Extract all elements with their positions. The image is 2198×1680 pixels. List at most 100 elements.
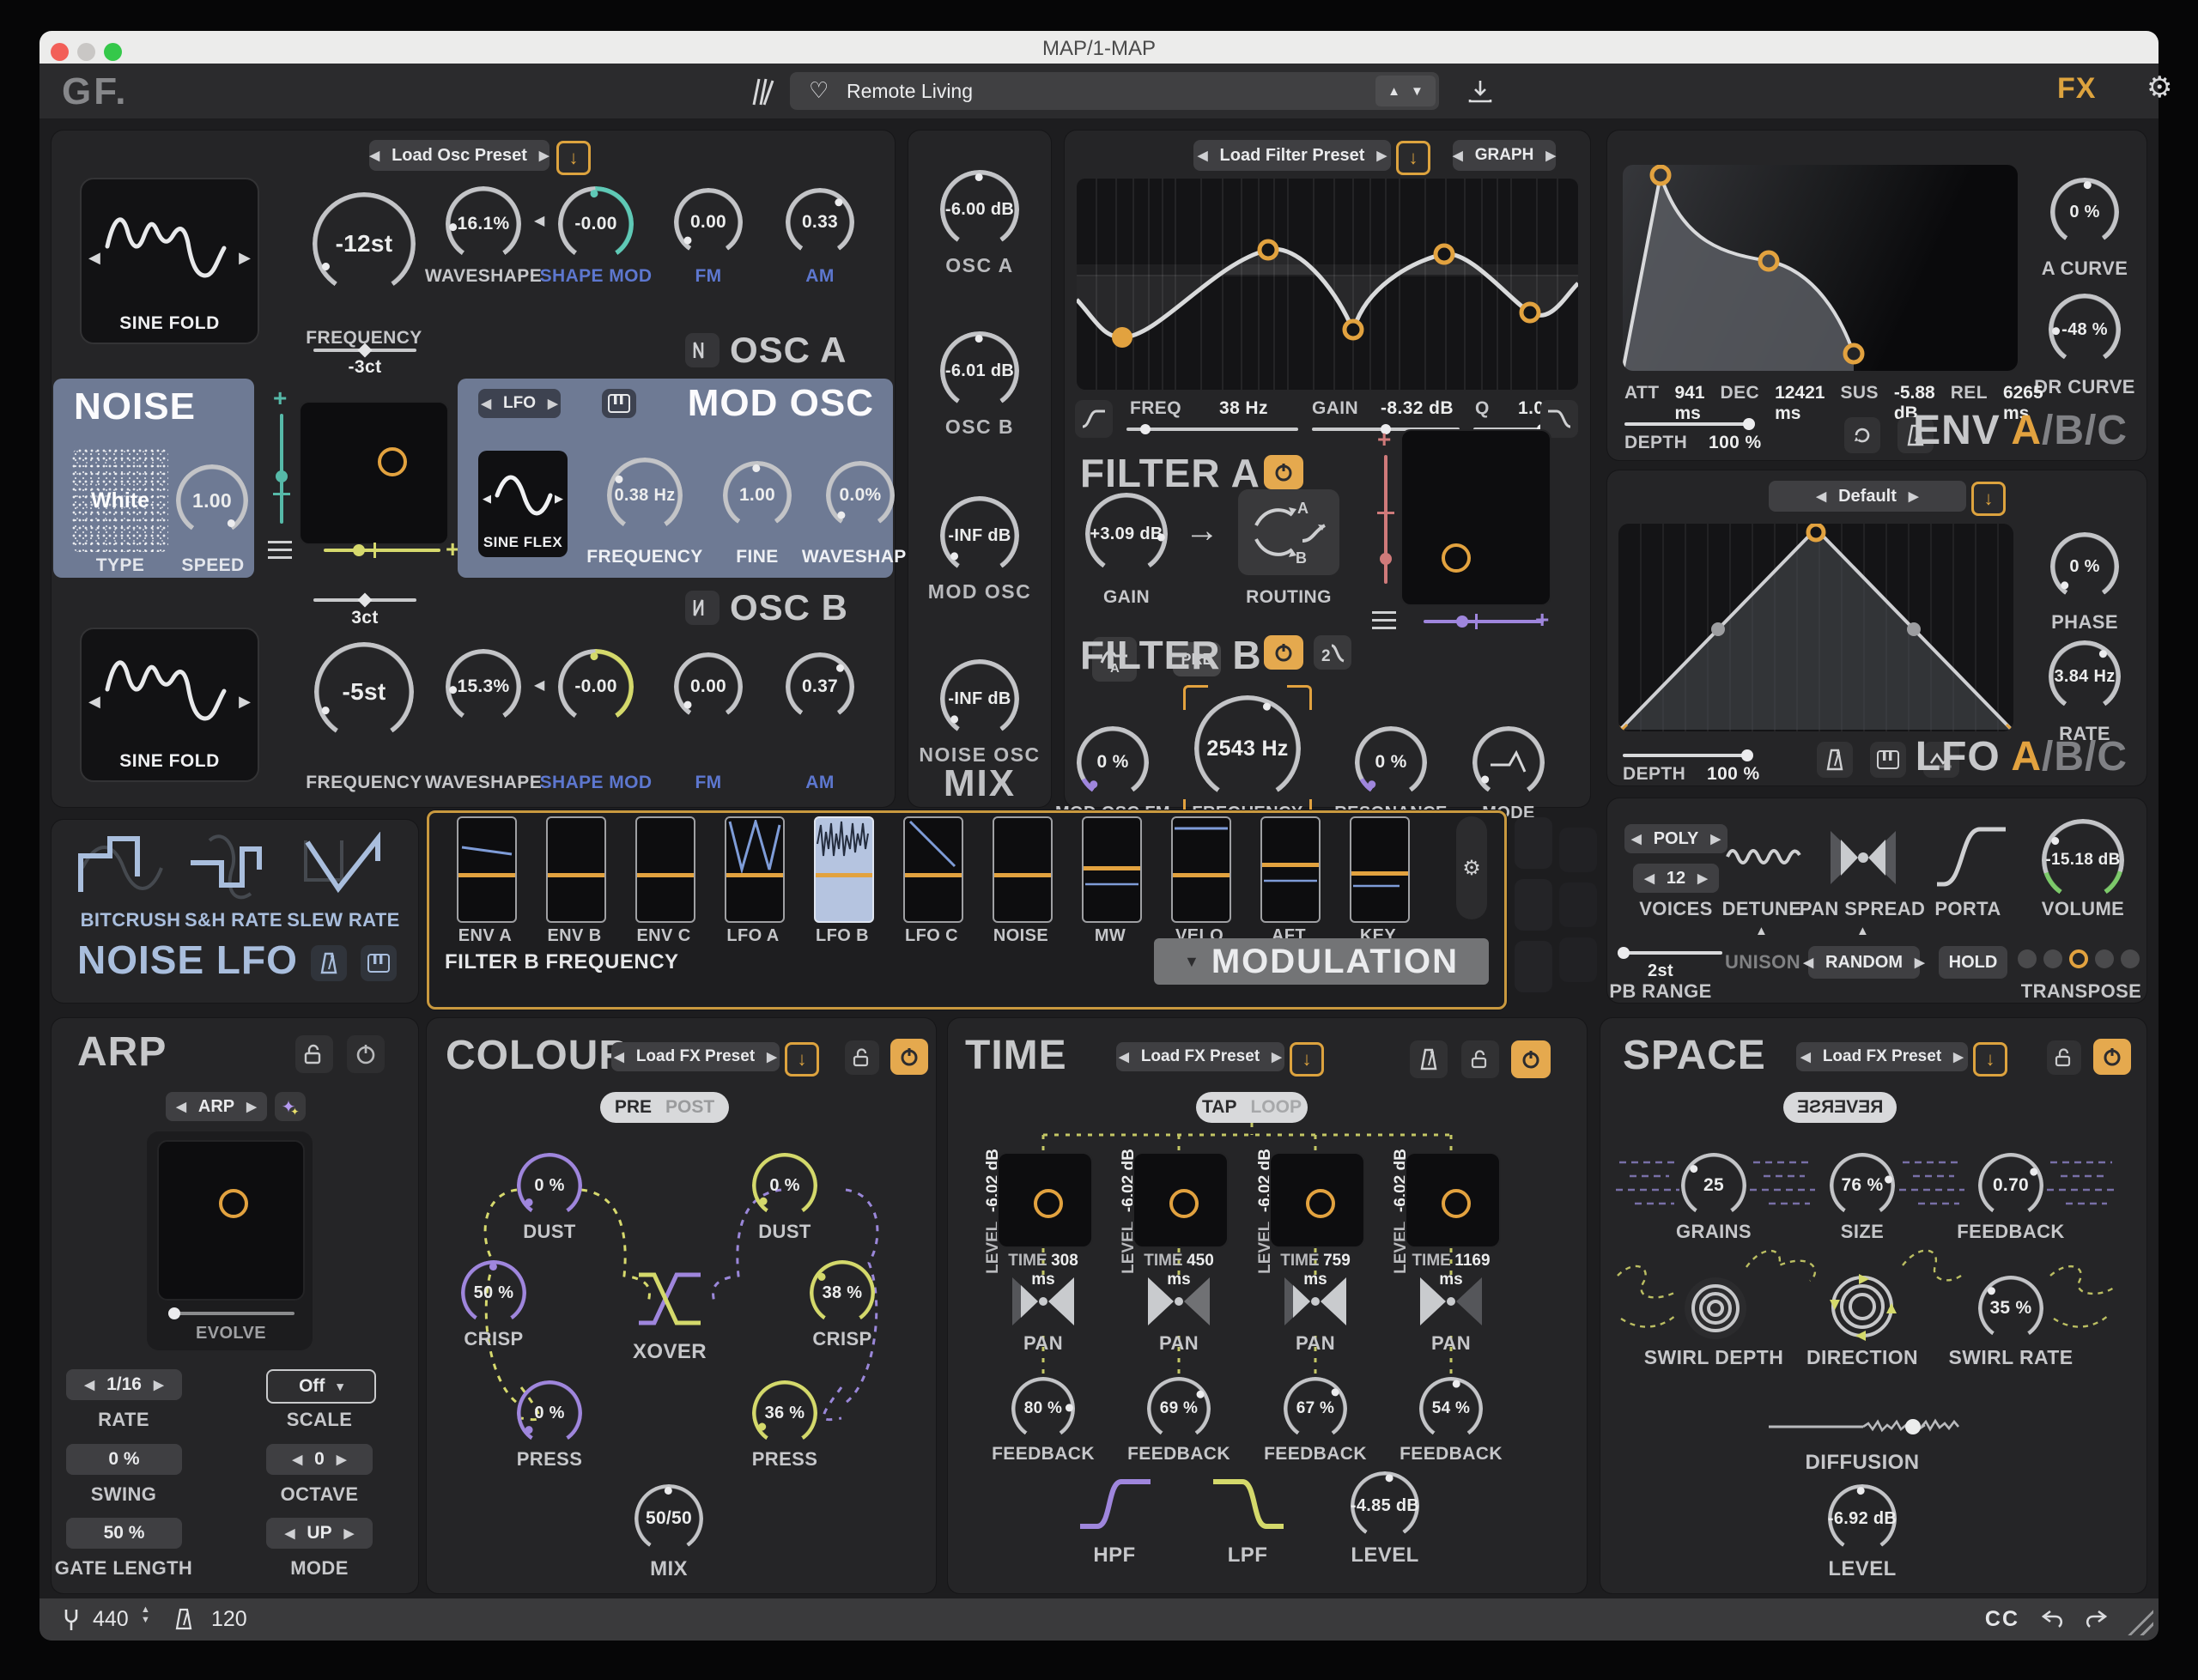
- colour-press-right-knob[interactable]: 36 %: [752, 1380, 817, 1446]
- noise-mod-amount-icon[interactable]: +: [273, 385, 287, 412]
- mod-osc-waveshape-knob[interactable]: 0.0%: [826, 461, 895, 530]
- env-dr-curve-knob[interactable]: -48 %: [2049, 294, 2121, 366]
- filter-mod-vslider[interactable]: [1384, 455, 1387, 584]
- env-bc-tabs[interactable]: /B/C: [2042, 408, 2128, 453]
- arp-octave-selector[interactable]: ◀0▶: [266, 1444, 373, 1475]
- osc-b-waveshape-knob[interactable]: 15.3%: [446, 649, 521, 725]
- favorite-heart-icon[interactable]: ♡: [809, 77, 829, 104]
- pan-spread-icon[interactable]: [1829, 831, 1897, 884]
- tap1-pad[interactable]: [997, 1152, 1093, 1248]
- time-lpf-icon[interactable]: [1210, 1477, 1287, 1531]
- filter-view-selector[interactable]: ◀GRAPH▶: [1453, 140, 1556, 171]
- mod-tile-lfo-c[interactable]: [903, 816, 963, 923]
- osc-b-am-knob[interactable]: 0.37: [786, 652, 854, 721]
- osc-b-frequency-knob[interactable]: -5st: [314, 642, 414, 742]
- mod-osc-keys-icon[interactable]: [602, 389, 636, 418]
- tap3-pad[interactable]: [1269, 1152, 1365, 1248]
- osc-b-fm-knob[interactable]: 0.00: [674, 652, 743, 721]
- filter-b-resonance-knob[interactable]: 0 %: [1355, 726, 1427, 798]
- porta-icon[interactable]: [1932, 824, 2009, 888]
- mod-tile-mw[interactable]: [1082, 816, 1142, 923]
- tap4-pad[interactable]: [1405, 1152, 1501, 1248]
- space-level-knob[interactable]: -6.92 dB: [1828, 1484, 1897, 1553]
- mod-tile-noise[interactable]: [993, 816, 1053, 923]
- mod-tile-aft[interactable]: [1260, 816, 1321, 923]
- pb-range-slider[interactable]: [1621, 951, 1722, 955]
- lfo-rate-knob[interactable]: 3.84 Hz: [2049, 640, 2121, 713]
- scale-dropdown-icon[interactable]: ▾: [337, 1379, 343, 1394]
- osc-a-wave-next-icon[interactable]: ▶: [239, 249, 251, 267]
- time-level-knob[interactable]: -4.85 dB: [1351, 1471, 1419, 1540]
- mod-tile-env-c[interactable]: [635, 816, 695, 923]
- filter-b-slope-button[interactable]: 2: [1314, 635, 1351, 670]
- osc-b-fine-slider[interactable]: [313, 598, 416, 602]
- lfo-a-tab[interactable]: A: [2011, 734, 2042, 779]
- modulation-target[interactable]: FILTER B FREQUENCY: [445, 950, 679, 974]
- tuning-value[interactable]: 440: [93, 1607, 129, 1632]
- modulation-header[interactable]: ▼ MODULATION: [1154, 938, 1489, 985]
- env-a-curve-knob[interactable]: 0 %: [2050, 178, 2119, 246]
- mod-tile-env-b[interactable]: [546, 816, 606, 923]
- preset-down-icon[interactable]: ▼: [1411, 84, 1424, 99]
- colour-mix-knob[interactable]: 50/50: [635, 1484, 703, 1553]
- noise-type-selector[interactable]: White: [72, 449, 168, 552]
- colour-crisp-left-knob[interactable]: 50 %: [461, 1260, 526, 1325]
- detune-up-icon[interactable]: ▲: [1755, 924, 1768, 938]
- swirl-rate-knob[interactable]: 35 %: [1978, 1276, 2043, 1341]
- osc-preset-selector[interactable]: ◀ Load Osc Preset ▶: [369, 140, 550, 171]
- mod-tile-env-a[interactable]: [457, 816, 517, 923]
- poly-mode-selector[interactable]: ◀POLY▶: [1624, 824, 1727, 853]
- filter-b-modoscfm-knob[interactable]: 0 %: [1077, 726, 1149, 798]
- save-filter-preset-icon[interactable]: ↓: [1396, 141, 1430, 175]
- filter-b-mode-knob[interactable]: [1472, 726, 1545, 798]
- filter-pan-amount-icon[interactable]: +: [1535, 606, 1549, 634]
- swirl-depth-icon[interactable]: [1683, 1276, 1748, 1341]
- modulation-collapse-icon[interactable]: ▼: [1184, 953, 1199, 971]
- transpose-dots[interactable]: [2018, 949, 2140, 968]
- tuning-stepper[interactable]: ▲▼: [141, 1604, 150, 1625]
- noise-xy-cursor[interactable]: [378, 447, 407, 476]
- arp-xy-pad[interactable]: [157, 1140, 305, 1301]
- xover-icon[interactable]: [635, 1266, 704, 1331]
- env-loop-icon[interactable]: [1844, 417, 1880, 453]
- noise-speed-knob[interactable]: 1.00: [176, 464, 248, 537]
- lfo-display[interactable]: [1618, 524, 2013, 731]
- sh-rate-icon[interactable]: [187, 832, 276, 904]
- filter-routing-selector[interactable]: A B: [1238, 489, 1339, 575]
- lfo-phase-knob[interactable]: 0 %: [2050, 532, 2119, 601]
- colour-press-left-knob[interactable]: 0 %: [517, 1380, 582, 1446]
- noise-lfo-keytrack-icon[interactable]: [361, 945, 397, 981]
- pan-spread-up-icon[interactable]: ▲: [1856, 924, 1869, 938]
- osc-b-wave-next-icon[interactable]: ▶: [239, 693, 251, 711]
- next-osc-preset-icon[interactable]: ▶: [539, 148, 550, 163]
- hold-button[interactable]: HOLD: [1939, 946, 2007, 979]
- direction-icon[interactable]: [1826, 1271, 1898, 1343]
- arp-lock-icon[interactable]: [295, 1035, 333, 1073]
- save-osc-preset-icon[interactable]: ↓: [556, 141, 591, 175]
- mod-osc-mode-selector[interactable]: ◀LFO▶: [478, 389, 561, 418]
- filter-xy-cursor[interactable]: [1442, 543, 1471, 573]
- osc-a-am-knob[interactable]: 0.33: [786, 188, 854, 257]
- prev-osc-preset-icon[interactable]: ◀: [370, 148, 380, 163]
- transpose-active-dot[interactable]: [2069, 949, 2088, 968]
- space-size-knob[interactable]: 76 %: [1830, 1153, 1895, 1218]
- preset-prev-next[interactable]: ▲ ▼: [1375, 76, 1436, 106]
- bitcrush-icon[interactable]: [76, 832, 165, 904]
- osc-a-frequency-knob[interactable]: -12st: [313, 192, 416, 295]
- tap2-pad[interactable]: [1132, 1152, 1229, 1248]
- space-feedback-knob[interactable]: 0.70: [1978, 1153, 2043, 1218]
- filter-preset-selector[interactable]: ◀Load Filter Preset▶: [1193, 140, 1391, 171]
- env-decay-value[interactable]: 12421 ms: [1775, 383, 1825, 424]
- osc-a-fm-knob[interactable]: 0.00: [674, 188, 743, 257]
- env-attack-value[interactable]: 941 ms: [1674, 383, 1704, 424]
- filter-pan-hslider[interactable]: [1424, 620, 1544, 623]
- mod-tile-velo[interactable]: [1171, 816, 1231, 923]
- arp-swing-field[interactable]: 0 %: [66, 1444, 182, 1475]
- arp-power-button[interactable]: [347, 1035, 385, 1073]
- noise-mod-vslider[interactable]: [280, 414, 283, 524]
- mix-osc-b-knob[interactable]: -6.01 dB: [940, 331, 1019, 410]
- tap1-pan-icon[interactable]: [1011, 1277, 1076, 1325]
- arp-scale-dropdown[interactable]: Off▾: [266, 1369, 376, 1404]
- fx-page-button[interactable]: FX: [2057, 72, 2096, 106]
- mod-tile-lfo-b[interactable]: [814, 816, 874, 923]
